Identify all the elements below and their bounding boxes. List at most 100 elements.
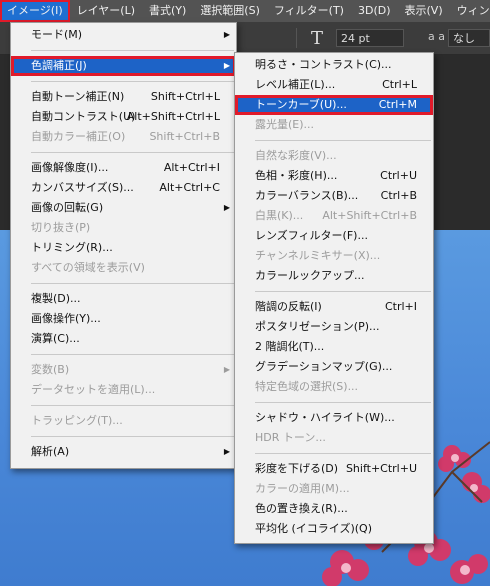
menu-item-shortcut: Ctrl+M: [378, 98, 417, 111]
menu-divider: [31, 405, 234, 406]
menu-item-crop: 切り抜き(P): [11, 218, 236, 238]
menu-item-label: 演算(C)...: [31, 332, 80, 345]
menu-item-shortcut: Shift+Ctrl+B: [149, 130, 220, 143]
menu-bar: イメージ(I) レイヤー(L) 書式(Y) 選択範囲(S) フィルター(T) 3…: [0, 0, 490, 22]
menu-item-levels[interactable]: レベル補正(L)... Ctrl+L: [235, 75, 433, 95]
menu-divider: [31, 81, 234, 82]
menu-item-apply-image[interactable]: 画像操作(Y)...: [11, 309, 236, 329]
menu-item-hue-saturation[interactable]: 色相・彩度(H)... Ctrl+U: [235, 166, 433, 186]
menu-item-selective-color: 特定色域の選択(S)...: [235, 377, 433, 397]
menu-item-label: すべての領域を表示(V): [31, 261, 145, 274]
menu-item-auto-contrast[interactable]: 自動コントラスト(U) Alt+Shift+Ctrl+L: [11, 107, 236, 127]
menu-item-auto-tone[interactable]: 自動トーン補正(N) Shift+Ctrl+L: [11, 87, 236, 107]
menu-item-photo-filter[interactable]: レンズフィルター(F)...: [235, 226, 433, 246]
menu-item-gradient-map[interactable]: グラデーションマップ(G)...: [235, 357, 433, 377]
menu-item-equalize[interactable]: 平均化 (イコライズ)(Q): [235, 519, 433, 539]
submenu-arrow-icon: ▶: [223, 61, 230, 70]
menu-item-label: チャンネルミキサー(X)...: [255, 249, 381, 262]
menu-item-black-white: 白黒(K)... Alt+Shift+Ctrl+B: [235, 206, 433, 226]
menu-item-curves[interactable]: トーンカーブ(U)... Ctrl+M: [235, 95, 433, 115]
menu-item-label: モード(M): [31, 28, 83, 41]
submenu-arrow-icon: ▶: [223, 30, 230, 39]
menu-item-label: カラーバランス(B)...: [255, 189, 359, 202]
menu-item-match-color: カラーの適用(M)...: [235, 479, 433, 499]
menu-item-label: HDR トーン...: [255, 431, 326, 444]
menu-item-shortcut: Ctrl+L: [382, 78, 417, 91]
menu-item-brightness-contrast[interactable]: 明るさ・コントラスト(C)...: [235, 55, 433, 75]
menu-item-trap: トラッピング(T)...: [11, 411, 236, 431]
menu-filter[interactable]: フィルター(T): [267, 0, 351, 22]
menu-view[interactable]: 表示(V): [398, 0, 450, 22]
menu-item-analysis[interactable]: 解析(A) ▶: [11, 442, 236, 462]
menu-3d[interactable]: 3D(D): [351, 0, 398, 22]
font-size-field[interactable]: 24 pt: [336, 29, 404, 47]
menu-item-shortcut: Alt+Shift+Ctrl+B: [322, 209, 417, 222]
menu-item-label: カラールックアップ...: [255, 269, 365, 282]
menu-item-label: レンズフィルター(F)...: [255, 229, 368, 242]
menu-item-invert[interactable]: 階調の反転(I) Ctrl+I: [235, 297, 433, 317]
menu-type[interactable]: 書式(Y): [142, 0, 193, 22]
menu-item-canvas-size[interactable]: カンバスサイズ(S)... Alt+Ctrl+C: [11, 178, 236, 198]
menu-item-label: 特定色域の選択(S)...: [255, 380, 359, 393]
menu-divider: [31, 152, 234, 153]
menu-item-shortcut: Ctrl+B: [380, 189, 417, 202]
menu-item-mode[interactable]: モード(M) ▶: [11, 25, 236, 45]
menu-item-threshold[interactable]: 2 階調化(T)...: [235, 337, 433, 357]
menu-divider: [31, 50, 234, 51]
menu-window[interactable]: ウィンド: [450, 0, 490, 22]
menu-item-channel-mixer: チャンネルミキサー(X)...: [235, 246, 433, 266]
antialias-select[interactable]: なし: [448, 29, 490, 47]
menu-item-posterize[interactable]: ポスタリゼーション(P)...: [235, 317, 433, 337]
menu-item-label: 明るさ・コントラスト(C)...: [255, 58, 392, 71]
menu-item-label: カラーの適用(M)...: [255, 482, 350, 495]
menu-item-label: 色相・彩度(H)...: [255, 169, 338, 182]
menu-item-shadows-highlights[interactable]: シャドウ・ハイライト(W)...: [235, 408, 433, 428]
menu-layer[interactable]: レイヤー(L): [70, 0, 142, 22]
menu-item-label: 色の置き換え(R)...: [255, 502, 348, 515]
menu-item-label: 変数(B): [31, 363, 70, 376]
menu-item-shortcut: Alt+Shift+Ctrl+L: [126, 110, 220, 123]
menu-image[interactable]: イメージ(I): [0, 0, 70, 22]
adjustments-submenu: 明るさ・コントラスト(C)... レベル補正(L)... Ctrl+L トーンカー…: [234, 52, 434, 544]
menu-item-shortcut: Alt+Ctrl+I: [163, 161, 220, 174]
menu-item-shortcut: Alt+Ctrl+C: [159, 181, 220, 194]
menu-divider: [255, 402, 431, 403]
menu-item-label: 自動トーン補正(N): [31, 90, 125, 103]
menu-item-label: 自動カラー補正(O): [31, 130, 126, 143]
text-orientation-icon[interactable]: T: [311, 28, 323, 49]
menu-item-label: データセットを適用(L)...: [31, 383, 156, 396]
menu-item-adjustments[interactable]: 色調補正(J) ▶: [11, 56, 236, 76]
menu-item-label: シャドウ・ハイライト(W)...: [255, 411, 395, 424]
menu-item-label: トラッピング(T)...: [31, 414, 123, 427]
menu-item-image-size[interactable]: 画像解像度(I)... Alt+Ctrl+I: [11, 158, 236, 178]
menu-item-desaturate[interactable]: 彩度を下げる(D) Shift+Ctrl+U: [235, 459, 433, 479]
image-menu: モード(M) ▶ 色調補正(J) ▶ 自動トーン補正(N) Shift+Ctrl+L …: [10, 22, 237, 469]
menu-item-label: 階調の反転(I): [255, 300, 322, 313]
menu-item-label: 白黒(K)...: [255, 209, 304, 222]
menu-item-variables: 変数(B) ▶: [11, 360, 236, 380]
menu-item-shortcut: Ctrl+U: [380, 169, 417, 182]
menu-item-label: トリミング(R)...: [31, 241, 113, 254]
menu-item-label: 画像解像度(I)...: [31, 161, 109, 174]
menu-select[interactable]: 選択範囲(S): [193, 0, 267, 22]
menu-item-apply-data-set: データセットを適用(L)...: [11, 380, 236, 400]
submenu-arrow-icon: ▶: [223, 365, 230, 374]
menu-item-replace-color[interactable]: 色の置き換え(R)...: [235, 499, 433, 519]
menu-item-trim[interactable]: トリミング(R)...: [11, 238, 236, 258]
menu-item-reveal-all: すべての領域を表示(V): [11, 258, 236, 278]
options-divider: [296, 28, 297, 48]
menu-item-label: 解析(A): [31, 445, 70, 458]
menu-item-image-rotation[interactable]: 画像の回転(G) ▶: [11, 198, 236, 218]
menu-item-hdr-toning: HDR トーン...: [235, 428, 433, 448]
menu-item-label: カンバスサイズ(S)...: [31, 181, 134, 194]
menu-item-label: 画像の回転(G): [31, 201, 104, 214]
menu-item-calculations[interactable]: 演算(C)...: [11, 329, 236, 349]
menu-item-label: 2 階調化(T)...: [255, 340, 325, 353]
menu-item-duplicate[interactable]: 複製(D)...: [11, 289, 236, 309]
menu-item-label: 自然な彩度(V)...: [255, 149, 337, 162]
menu-divider: [31, 436, 234, 437]
menu-item-color-balance[interactable]: カラーバランス(B)... Ctrl+B: [235, 186, 433, 206]
menu-item-auto-color: 自動カラー補正(O) Shift+Ctrl+B: [11, 127, 236, 147]
menu-divider: [31, 283, 234, 284]
menu-item-color-lookup[interactable]: カラールックアップ...: [235, 266, 433, 286]
